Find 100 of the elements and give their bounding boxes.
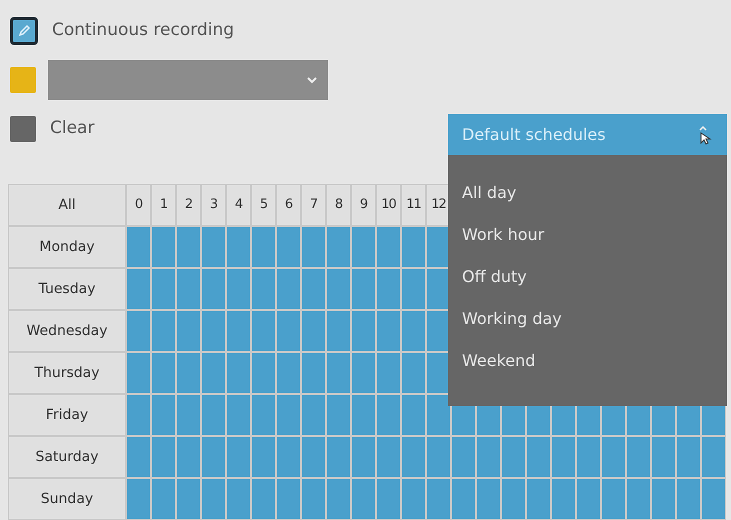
hour-header[interactable]: 12 bbox=[427, 185, 450, 225]
schedule-cell[interactable] bbox=[427, 395, 450, 435]
schedule-cell[interactable] bbox=[252, 479, 275, 519]
schedule-select[interactable] bbox=[48, 60, 328, 100]
schedule-cell[interactable] bbox=[152, 227, 175, 267]
schedule-cell[interactable] bbox=[152, 437, 175, 477]
schedule-cell[interactable] bbox=[302, 395, 325, 435]
day-header[interactable]: Wednesday bbox=[9, 311, 125, 351]
schedule-cell[interactable] bbox=[577, 437, 600, 477]
schedule-cell[interactable] bbox=[152, 269, 175, 309]
schedule-cell[interactable] bbox=[402, 353, 425, 393]
schedule-cell[interactable] bbox=[652, 437, 675, 477]
schedule-cell[interactable] bbox=[477, 437, 500, 477]
schedule-cell[interactable] bbox=[352, 311, 375, 351]
day-header[interactable]: Sunday bbox=[9, 479, 125, 519]
schedule-cell[interactable] bbox=[477, 479, 500, 519]
schedule-cell[interactable] bbox=[377, 395, 400, 435]
schedule-cell[interactable] bbox=[227, 479, 250, 519]
schedule-cell[interactable] bbox=[127, 227, 150, 267]
schedule-cell[interactable] bbox=[127, 311, 150, 351]
schedule-cell[interactable] bbox=[327, 227, 350, 267]
schedule-cell[interactable] bbox=[327, 479, 350, 519]
schedule-cell[interactable] bbox=[552, 479, 575, 519]
schedule-cell[interactable] bbox=[277, 395, 300, 435]
schedule-cell[interactable] bbox=[377, 227, 400, 267]
schedule-cell[interactable] bbox=[377, 479, 400, 519]
schedule-cell[interactable] bbox=[502, 437, 525, 477]
schedule-cell[interactable] bbox=[277, 437, 300, 477]
schedule-cell[interactable] bbox=[302, 479, 325, 519]
schedule-cell[interactable] bbox=[202, 269, 225, 309]
schedule-cell[interactable] bbox=[252, 269, 275, 309]
hour-header[interactable]: 3 bbox=[202, 185, 225, 225]
schedule-cell[interactable] bbox=[402, 269, 425, 309]
hour-header[interactable]: 9 bbox=[352, 185, 375, 225]
schedule-cell[interactable] bbox=[177, 353, 200, 393]
hour-header[interactable]: 11 bbox=[402, 185, 425, 225]
hour-header[interactable]: 2 bbox=[177, 185, 200, 225]
schedule-cell[interactable] bbox=[177, 395, 200, 435]
schedule-cell[interactable] bbox=[252, 437, 275, 477]
schedule-cell[interactable] bbox=[177, 437, 200, 477]
schedule-cell[interactable] bbox=[402, 227, 425, 267]
schedule-cell[interactable] bbox=[227, 269, 250, 309]
schedule-cell[interactable] bbox=[177, 479, 200, 519]
menu-option[interactable]: Off duty bbox=[462, 261, 727, 293]
schedule-cell[interactable] bbox=[527, 437, 550, 477]
schedule-cell[interactable] bbox=[202, 479, 225, 519]
hour-header[interactable]: 10 bbox=[377, 185, 400, 225]
schedule-cell[interactable] bbox=[327, 311, 350, 351]
schedule-cell[interactable] bbox=[277, 479, 300, 519]
schedule-cell[interactable] bbox=[427, 353, 450, 393]
schedule-cell[interactable] bbox=[452, 437, 475, 477]
schedule-cell[interactable] bbox=[352, 395, 375, 435]
schedule-cell[interactable] bbox=[627, 437, 650, 477]
schedule-cell[interactable] bbox=[702, 479, 725, 519]
schedule-cell[interactable] bbox=[602, 479, 625, 519]
schedule-cell[interactable] bbox=[402, 479, 425, 519]
schedule-cell[interactable] bbox=[227, 395, 250, 435]
schedule-cell[interactable] bbox=[302, 227, 325, 267]
hour-header[interactable]: 1 bbox=[152, 185, 175, 225]
schedule-cell[interactable] bbox=[227, 353, 250, 393]
schedule-cell[interactable] bbox=[177, 227, 200, 267]
schedule-cell[interactable] bbox=[127, 353, 150, 393]
day-header[interactable]: Monday bbox=[9, 227, 125, 267]
schedule-cell[interactable] bbox=[327, 353, 350, 393]
hour-header[interactable]: 8 bbox=[327, 185, 350, 225]
schedule-cell[interactable] bbox=[202, 437, 225, 477]
schedule-cell[interactable] bbox=[302, 353, 325, 393]
schedule-cell[interactable] bbox=[252, 311, 275, 351]
schedule-cell[interactable] bbox=[552, 437, 575, 477]
menu-option[interactable]: All day bbox=[462, 177, 727, 209]
schedule-cell[interactable] bbox=[377, 311, 400, 351]
day-header[interactable]: Thursday bbox=[9, 353, 125, 393]
schedule-cell[interactable] bbox=[152, 311, 175, 351]
schedule-cell[interactable] bbox=[327, 395, 350, 435]
schedule-cell[interactable] bbox=[302, 437, 325, 477]
schedule-cell[interactable] bbox=[677, 437, 700, 477]
schedule-cell[interactable] bbox=[352, 353, 375, 393]
schedule-cell[interactable] bbox=[377, 269, 400, 309]
schedule-cell[interactable] bbox=[377, 437, 400, 477]
schedule-cell[interactable] bbox=[127, 395, 150, 435]
schedule-cell[interactable] bbox=[202, 353, 225, 393]
day-header[interactable]: Tuesday bbox=[9, 269, 125, 309]
schedule-cell[interactable] bbox=[502, 479, 525, 519]
schedule-cell[interactable] bbox=[277, 353, 300, 393]
pencil-icon[interactable] bbox=[10, 17, 38, 45]
schedule-cell[interactable] bbox=[527, 479, 550, 519]
schedule-cell[interactable] bbox=[227, 437, 250, 477]
schedule-cell[interactable] bbox=[152, 479, 175, 519]
schedule-cell[interactable] bbox=[252, 227, 275, 267]
hour-header[interactable]: 0 bbox=[127, 185, 150, 225]
schedule-cell[interactable] bbox=[427, 479, 450, 519]
menu-option[interactable]: Work hour bbox=[462, 219, 727, 251]
hour-header[interactable]: 7 bbox=[302, 185, 325, 225]
schedule-cell[interactable] bbox=[227, 311, 250, 351]
schedule-cell[interactable] bbox=[302, 269, 325, 309]
schedule-cell[interactable] bbox=[627, 479, 650, 519]
all-header[interactable]: All bbox=[9, 185, 125, 225]
schedule-cell[interactable] bbox=[652, 479, 675, 519]
schedule-cell[interactable] bbox=[402, 311, 425, 351]
schedule-cell[interactable] bbox=[252, 353, 275, 393]
